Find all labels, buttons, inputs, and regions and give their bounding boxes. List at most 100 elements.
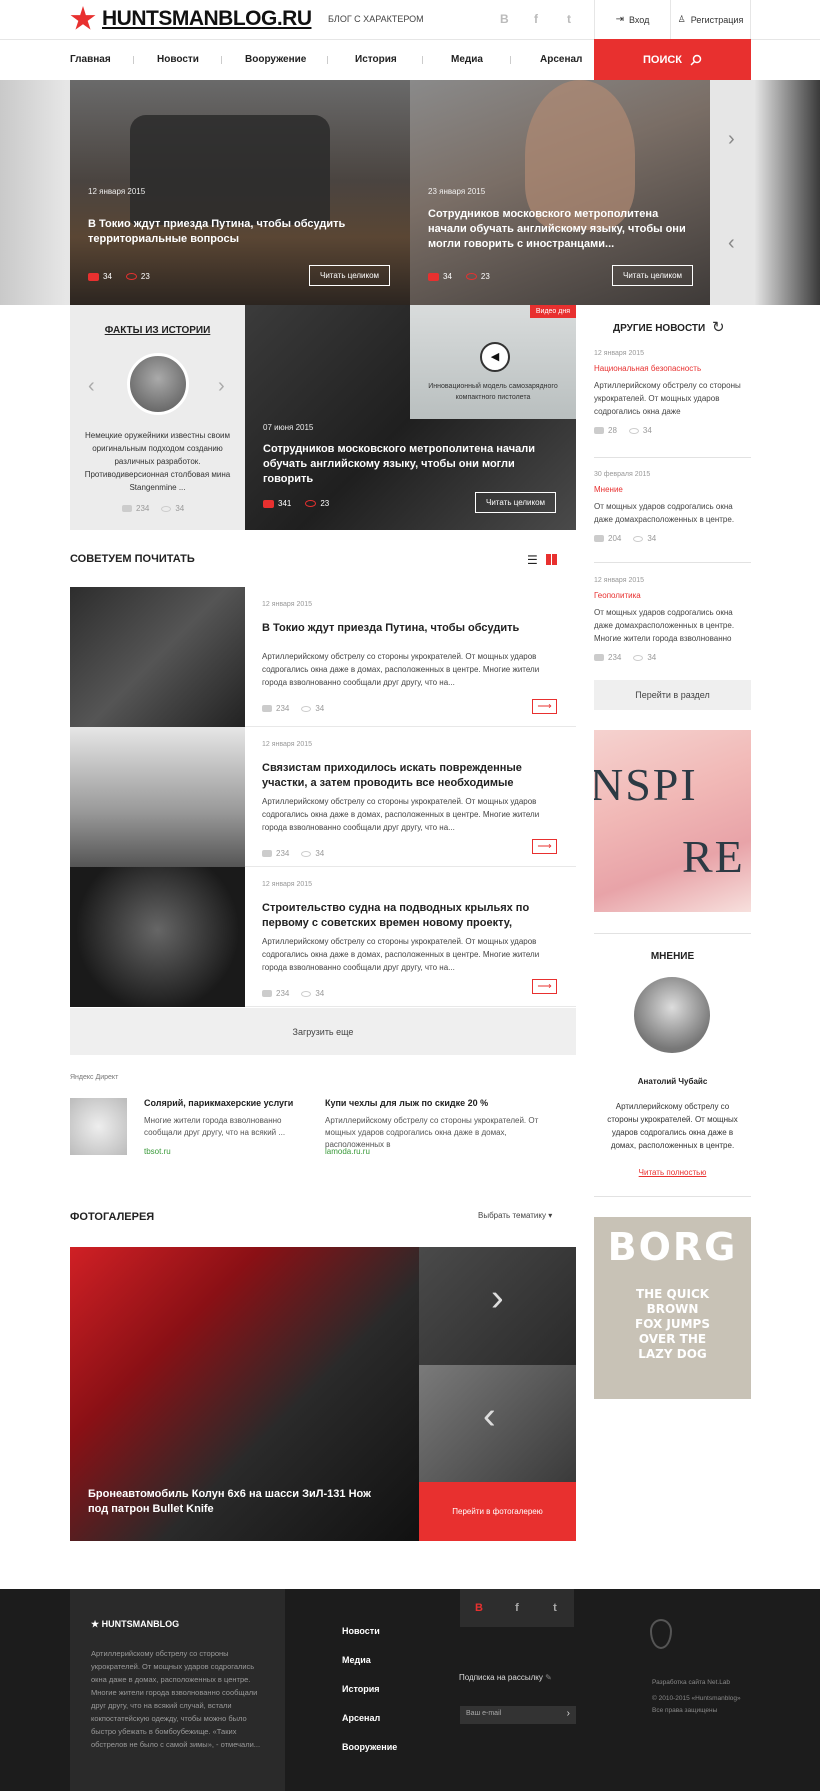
- eye-icon: [465, 273, 477, 281]
- article-image[interactable]: [70, 867, 245, 1007]
- footer-vk-icon[interactable]: В: [460, 1589, 498, 1627]
- site-logo[interactable]: HUNTSMANBLOG.RU: [102, 7, 312, 31]
- other-news-item[interactable]: 12 января 2015 Геополитика От мощных уда…: [594, 577, 751, 662]
- slide-date: 12 января 2015: [88, 187, 146, 196]
- developer-credit[interactable]: Разработка сайта Net.Lab: [652, 1677, 741, 1689]
- play-icon[interactable]: ◀: [480, 342, 510, 372]
- read-arrow-icon[interactable]: ⟶: [532, 699, 557, 714]
- footer-facebook-icon[interactable]: f: [498, 1589, 536, 1627]
- article-title[interactable]: Строительство судна на подводных крыльях…: [262, 901, 562, 931]
- gallery-caption[interactable]: Бронеавтомобиль Колун 6х6 на шасси ЗиЛ-1…: [88, 1487, 388, 1517]
- feature-title[interactable]: Сотрудников московского метрополитена на…: [263, 442, 553, 487]
- other-news-item[interactable]: 12 января 2015 Национальная безопасность…: [594, 350, 751, 435]
- slide-title[interactable]: Сотрудников московского метрополитена на…: [428, 207, 693, 252]
- list-view-icon[interactable]: ☰: [527, 553, 538, 567]
- ads-label[interactable]: Яндекс Директ: [70, 1074, 118, 1081]
- footer-twitter-icon[interactable]: t: [536, 1589, 574, 1627]
- gallery-main-photo[interactable]: Бронеавтомобиль Колун 6х6 на шасси ЗиЛ-1…: [70, 1247, 419, 1541]
- gallery-thumb[interactable]: ›: [419, 1247, 576, 1365]
- news-category[interactable]: Национальная безопасность: [594, 364, 751, 373]
- register-button[interactable]: ♙ Регистрация: [670, 0, 751, 39]
- hero-prev-icon[interactable]: ‹: [728, 232, 735, 255]
- comment-icon: [122, 505, 132, 513]
- footer-link-news[interactable]: Новости: [342, 1626, 380, 1636]
- gallery-filter-label: Выбрать тематику: [478, 1211, 546, 1220]
- facts-prev-icon[interactable]: ‹: [88, 375, 95, 398]
- article-card[interactable]: 12 января 2015 В Токио ждут приезда Пути…: [70, 587, 576, 727]
- gallery-thumb[interactable]: ‹: [419, 1365, 576, 1482]
- nav-item-news[interactable]: Новости: [157, 54, 199, 65]
- footer-link-arsenal[interactable]: Арсенал: [342, 1713, 380, 1723]
- inspire-banner[interactable]: NSPI RE: [594, 730, 751, 912]
- ad-title[interactable]: Солярий, парикмахерские услуги: [144, 1098, 293, 1108]
- facebook-icon[interactable]: f: [534, 12, 538, 26]
- gallery-filter-select[interactable]: Выбрать тематику ▾: [478, 1211, 552, 1220]
- ad-url[interactable]: tbsot.ru: [144, 1147, 171, 1156]
- twitter-icon[interactable]: t: [567, 12, 571, 26]
- footer-link-history[interactable]: История: [342, 1684, 380, 1694]
- read-more-button[interactable]: Читать целиком: [475, 492, 557, 513]
- comment-icon: [88, 272, 99, 281]
- article-title[interactable]: В Токио ждут приезда Путина, чтобы обсуд…: [262, 621, 562, 636]
- footer-text: Артиллерийскому обстрелу со стороны укро…: [91, 1649, 261, 1749]
- hero-slide-2[interactable]: 23 января 2015 Сотрудников московского м…: [410, 80, 710, 305]
- ad-url[interactable]: lamoda.ru.ru: [325, 1147, 370, 1156]
- refresh-icon[interactable]: ↻: [712, 318, 725, 336]
- go-to-gallery-button[interactable]: Перейти в фотогалерею: [419, 1482, 576, 1541]
- opinion-read-link[interactable]: Читать полностью: [594, 1168, 751, 1177]
- opinion-avatar[interactable]: [634, 977, 710, 1053]
- eye-icon: [301, 990, 312, 997]
- footer-link-weapons[interactable]: Вооружение: [342, 1742, 397, 1752]
- eye-icon: [301, 850, 312, 857]
- facts-next-icon[interactable]: ›: [218, 375, 225, 398]
- article-image[interactable]: [70, 727, 245, 867]
- news-category[interactable]: Мнение: [594, 485, 751, 494]
- grid-view-icon[interactable]: [546, 554, 557, 565]
- other-news-widget: ДРУГИЕ НОВОСТИ ↻: [594, 318, 751, 338]
- hero-next-icon[interactable]: ›: [728, 128, 735, 151]
- developer-logo-icon[interactable]: [650, 1619, 672, 1649]
- ad-title[interactable]: Купи чехлы для лыж по скидке 20 %: [325, 1098, 488, 1108]
- nav-item-history[interactable]: История: [355, 54, 397, 65]
- read-arrow-icon[interactable]: ⟶: [532, 839, 557, 854]
- search-icon: [690, 54, 702, 66]
- nav-item-home[interactable]: Главная: [70, 54, 111, 65]
- article-card[interactable]: 12 января 2015 Строительство судна на по…: [70, 867, 576, 1007]
- opinion-author[interactable]: Анатолий Чубайс: [594, 1077, 751, 1086]
- slide-title[interactable]: В Токио ждут приезда Путина, чтобы обсуд…: [88, 217, 363, 247]
- article-title[interactable]: Связистам приходилось искать поврежденны…: [262, 761, 562, 791]
- gallery-prev-icon[interactable]: ‹: [483, 1395, 496, 1438]
- email-input[interactable]: Ваш e-mail ›: [460, 1706, 576, 1724]
- article-image[interactable]: [70, 587, 245, 727]
- read-arrow-icon[interactable]: ⟶: [532, 979, 557, 994]
- nav-item-media[interactable]: Медиа: [451, 54, 483, 65]
- logo-star-icon[interactable]: [70, 6, 96, 30]
- nav-item-weapons[interactable]: Вооружение: [245, 54, 306, 65]
- login-button[interactable]: ⇥ Вход: [594, 0, 670, 39]
- gallery-next-icon[interactable]: ›: [491, 1277, 504, 1320]
- search-button[interactable]: ПОИСК: [594, 39, 751, 80]
- read-more-button[interactable]: Читать целиком: [612, 265, 694, 286]
- load-more-button[interactable]: Загрузить еще: [70, 1008, 576, 1055]
- ad-text: Многие жители города взволнованно сообща…: [144, 1116, 286, 1137]
- banner-line-2: RE: [682, 831, 745, 882]
- nav-item-arsenal[interactable]: Арсенал: [540, 54, 582, 65]
- other-news-item[interactable]: 30 февраля 2015 Мнение От мощных ударов …: [594, 471, 751, 543]
- vk-icon[interactable]: В: [500, 12, 509, 26]
- footer-logo[interactable]: ★ HUNTSMANBLOG: [91, 1619, 179, 1630]
- news-category[interactable]: Геополитика: [594, 591, 751, 600]
- borg-banner[interactable]: BORG THE QUICK BROWN FOX JUMPS OVER THE …: [594, 1217, 751, 1399]
- footer-link-media[interactable]: Медиа: [342, 1655, 371, 1665]
- article-text: Артиллерийскому обстрелу со стороны укро…: [262, 937, 540, 972]
- video-of-day[interactable]: Видео дня ◀ Инновационный модель самозар…: [410, 305, 576, 419]
- ad-image[interactable]: [70, 1098, 127, 1155]
- go-to-section-button[interactable]: Перейти в раздел: [594, 680, 751, 710]
- news-text[interactable]: Артиллерийскому обстрелу со стороны укро…: [594, 379, 751, 418]
- article-card[interactable]: 12 января 2015 Связистам приходилось иск…: [70, 727, 576, 867]
- news-text[interactable]: От мощных ударов содрогались окна даже д…: [594, 500, 751, 526]
- read-more-button[interactable]: Читать целиком: [309, 265, 391, 286]
- news-text[interactable]: От мощных ударов содрогались окна даже д…: [594, 606, 751, 645]
- hero-slide-1[interactable]: 12 января 2015 В Токио ждут приезда Пути…: [70, 80, 410, 305]
- news-meta: 204 34: [594, 534, 751, 543]
- facts-title[interactable]: ФАКТЫ ИЗ ИСТОРИИ: [70, 325, 245, 336]
